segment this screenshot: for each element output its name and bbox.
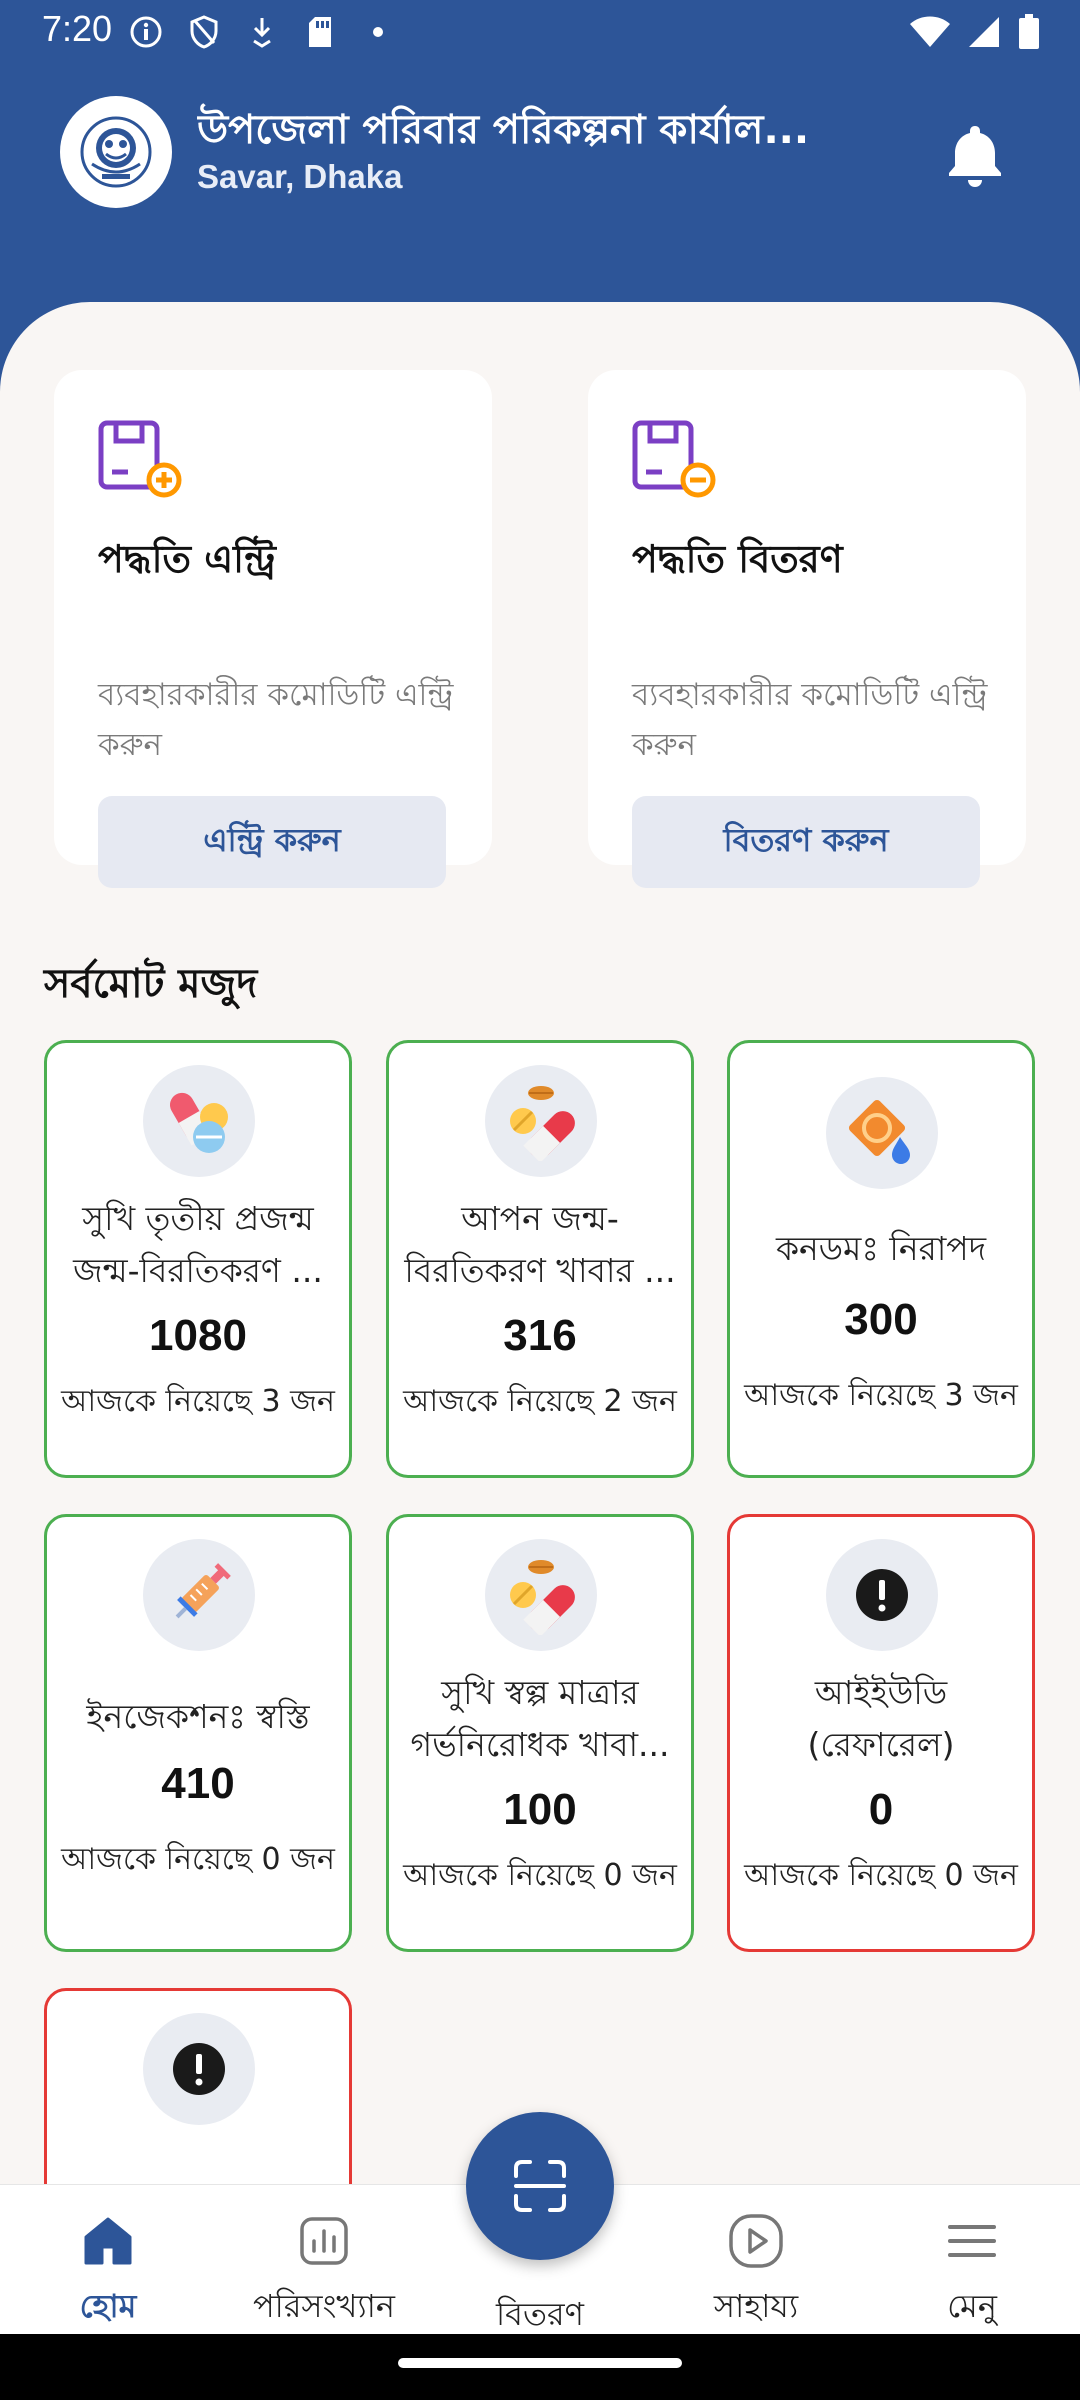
nav-statistics[interactable]: পরিসংখ্যান — [216, 2185, 432, 2335]
organization-title: উপজেলা পরিবার পরিকল্পনা কার্যাল... — [197, 107, 810, 153]
download-icon — [244, 14, 280, 50]
bell-icon[interactable] — [940, 120, 1010, 190]
alert-icon — [143, 2013, 255, 2125]
stock-taken-today: আজকে নিয়েছে 3 জন — [61, 1384, 335, 1419]
alert-icon — [826, 1539, 938, 1651]
stock-count: 316 — [503, 1311, 577, 1360]
stock-taken-today: আজকে নিয়েছে 2 জন — [403, 1384, 677, 1419]
stock-card[interactable]: কনডমঃ নিরাপদ 300 আজকে নিয়েছে 3 জন — [727, 1040, 1035, 1478]
method-entry-title: পদ্ধতি এন্ট্রি — [98, 537, 276, 581]
status-time: 7:20 — [42, 8, 113, 49]
scan-button[interactable] — [466, 2112, 614, 2260]
entry-button[interactable]: এন্ট্রি করুন — [98, 796, 446, 888]
stock-name: আইইউডি (রেফারেল) — [807, 1673, 955, 1764]
stock-count: 1080 — [149, 1311, 247, 1360]
stock-taken-today: আজকে নিয়েছে 0 জন — [61, 1842, 335, 1877]
content-panel: পদ্ধতি এন্ট্রি ব্যবহারকারীর কমোডিটি এন্ট… — [0, 302, 1080, 2400]
organization-location: Savar, Dhaka — [197, 158, 403, 195]
battery-icon — [1016, 14, 1042, 50]
box-minus-icon — [632, 420, 716, 500]
scan-icon — [514, 2160, 566, 2212]
box-plus-icon — [98, 420, 182, 500]
pills-capsule-icon — [143, 1065, 255, 1177]
nav-help[interactable]: সাহায্য — [648, 2185, 864, 2335]
stock-name: কনডমঃ নিরাপদ — [775, 1229, 987, 1268]
stock-name: আপন জন্ম-বিরতিকরণ খাবার ... — [404, 1199, 676, 1290]
stock-count: 100 — [503, 1785, 577, 1834]
stock-card[interactable]: আইইউডি (রেফারেল) 0 আজকে নিয়েছে 0 জন — [727, 1514, 1035, 1952]
stock-card[interactable]: সুখি তৃতীয় প্রজন্ম জন্ম-বিরতিকরণ ... 10… — [44, 1040, 352, 1478]
pill-tablet-icon — [485, 1539, 597, 1651]
method-distribution-description: ব্যবহারকারীর কমোডিটি এন্ট্রি করুন — [632, 677, 988, 763]
stock-name: সুখি তৃতীয় প্রজন্ম জন্ম-বিরতিকরণ ... — [73, 1199, 323, 1290]
method-entry-card: পদ্ধতি এন্ট্রি ব্যবহারকারীর কমোডিটি এন্ট… — [54, 370, 492, 888]
wifi-icon — [908, 14, 952, 50]
stock-card[interactable]: আপন জন্ম-বিরতিকরণ খাবার ... 316 আজকে নিয… — [386, 1040, 694, 1478]
stock-taken-today: আজকে নিয়েছে 0 জন — [744, 1858, 1018, 1893]
stock-card[interactable]: ইনজেকশনঃ স্বস্তি 410 আজকে নিয়েছে 0 জন — [44, 1514, 352, 1952]
organization-logo — [60, 96, 172, 208]
stock-taken-today: আজকে নিয়েছে 0 জন — [403, 1858, 677, 1893]
signal-icon — [966, 14, 1002, 50]
home-icon — [78, 2211, 138, 2271]
stock-count: 300 — [844, 1295, 918, 1344]
nav-home[interactable]: হোম — [0, 2185, 216, 2335]
info-icon — [128, 14, 164, 50]
total-stock-title: সর্বমোট মজুদ — [44, 961, 258, 1007]
dot-icon — [360, 14, 396, 50]
app-screen: 7:20 উপজেলা পরিবার পরিকল্পনা কার্যাল... … — [0, 0, 1080, 2400]
method-entry-description: ব্যবহারকারীর কমোডিটি এন্ট্রি করুন — [98, 677, 454, 763]
nav-menu-label: মেনু — [947, 2287, 997, 2325]
stock-count: 0 — [868, 1785, 894, 1834]
method-distribution-title: পদ্ধতি বিতরণ — [632, 537, 843, 581]
shield-icon — [186, 14, 222, 50]
system-gesture-area — [0, 2334, 1080, 2400]
stock-name: সুখি স্বল্প মাত্রার গর্ভনিরোধক খাবা... — [410, 1673, 670, 1764]
nav-menu[interactable]: মেনু — [864, 2185, 1080, 2335]
nav-statistics-label: পরিসংখ্যান — [252, 2287, 396, 2325]
nav-home-label: হোম — [79, 2287, 137, 2325]
play-circle-icon — [726, 2211, 786, 2271]
condom-icon — [826, 1077, 938, 1189]
chart-icon — [294, 2211, 354, 2271]
method-distribution-card: পদ্ধতি বিতরণ ব্যবহারকারীর কমোডিটি এন্ট্র… — [588, 370, 1026, 888]
pill-tablet-icon — [485, 1065, 597, 1177]
stock-count: 410 — [161, 1759, 235, 1808]
stock-name: ইনজেকশনঃ স্বস্তি — [86, 1697, 310, 1736]
syringe-icon — [143, 1539, 255, 1651]
distribute-button[interactable]: বিতরণ করুন — [632, 796, 980, 888]
status-bar: 7:20 — [0, 0, 1080, 64]
sd-card-icon — [302, 14, 338, 50]
stock-card[interactable]: সুখি স্বল্প মাত্রার গর্ভনিরোধক খাবা... 1… — [386, 1514, 694, 1952]
hamburger-menu-icon — [942, 2211, 1002, 2271]
nav-help-label: সাহায্য — [713, 2287, 799, 2325]
app-header: উপজেলা পরিবার পরিকল্পনা কার্যাল... Savar… — [0, 64, 1080, 314]
stock-taken-today: আজকে নিয়েছে 3 জন — [744, 1378, 1018, 1413]
gesture-handle[interactable] — [398, 2358, 682, 2368]
